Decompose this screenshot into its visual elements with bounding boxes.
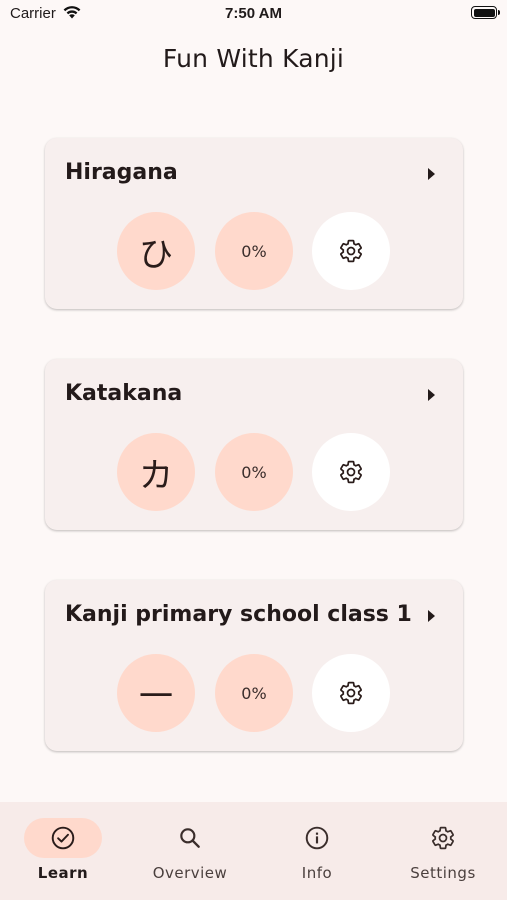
check-circle-icon — [51, 826, 75, 850]
screen: Carrier 7:50 AM Fun With Kanji Hiragana … — [0, 0, 507, 900]
card-title: Hiragana — [65, 160, 178, 185]
nav-info[interactable]: Info — [254, 802, 380, 900]
nav-active-indicator — [24, 818, 102, 858]
play-arrow-icon[interactable] — [428, 389, 435, 401]
bottom-navigation: Learn Overview Info Settings — [0, 802, 507, 900]
card-settings-button[interactable] — [312, 654, 390, 732]
info-icon — [305, 826, 329, 850]
nav-label: Learn — [37, 864, 89, 882]
card-katakana[interactable]: Katakana カ 0% — [45, 359, 463, 530]
card-kanji-class-1[interactable]: Kanji primary school class 1 一 0% — [45, 580, 463, 751]
nav-learn[interactable]: Learn — [0, 802, 126, 900]
progress-badge[interactable]: 0% — [215, 654, 293, 732]
nav-settings[interactable]: Settings — [380, 802, 506, 900]
status-time: 7:50 AM — [225, 5, 282, 22]
gear-icon — [432, 826, 454, 850]
card-title: Katakana — [65, 381, 183, 406]
play-arrow-icon[interactable] — [428, 168, 435, 180]
play-arrow-icon[interactable] — [428, 610, 435, 622]
card-settings-button[interactable] — [312, 433, 390, 511]
nav-label: Overview — [152, 864, 228, 882]
character-button[interactable]: 一 — [117, 654, 195, 732]
character-button[interactable]: カ — [117, 433, 195, 511]
card-settings-button[interactable] — [312, 212, 390, 290]
gear-icon — [340, 239, 362, 263]
progress-badge[interactable]: 0% — [215, 433, 293, 511]
card-title: Kanji primary school class 1 — [65, 602, 412, 627]
nav-overview[interactable]: Overview — [127, 802, 253, 900]
nav-label: Info — [301, 864, 333, 882]
gear-icon — [340, 681, 362, 705]
character-button[interactable]: ひ — [117, 212, 195, 290]
status-bar: Carrier 7:50 AM — [0, 0, 507, 30]
gear-icon — [340, 460, 362, 484]
card-hiragana[interactable]: Hiragana ひ 0% — [45, 138, 463, 309]
nav-label: Settings — [410, 864, 476, 882]
progress-badge[interactable]: 0% — [215, 212, 293, 290]
battery-icon — [471, 6, 500, 19]
search-icon — [180, 828, 200, 848]
app-title: Fun With Kanji — [162, 44, 345, 73]
